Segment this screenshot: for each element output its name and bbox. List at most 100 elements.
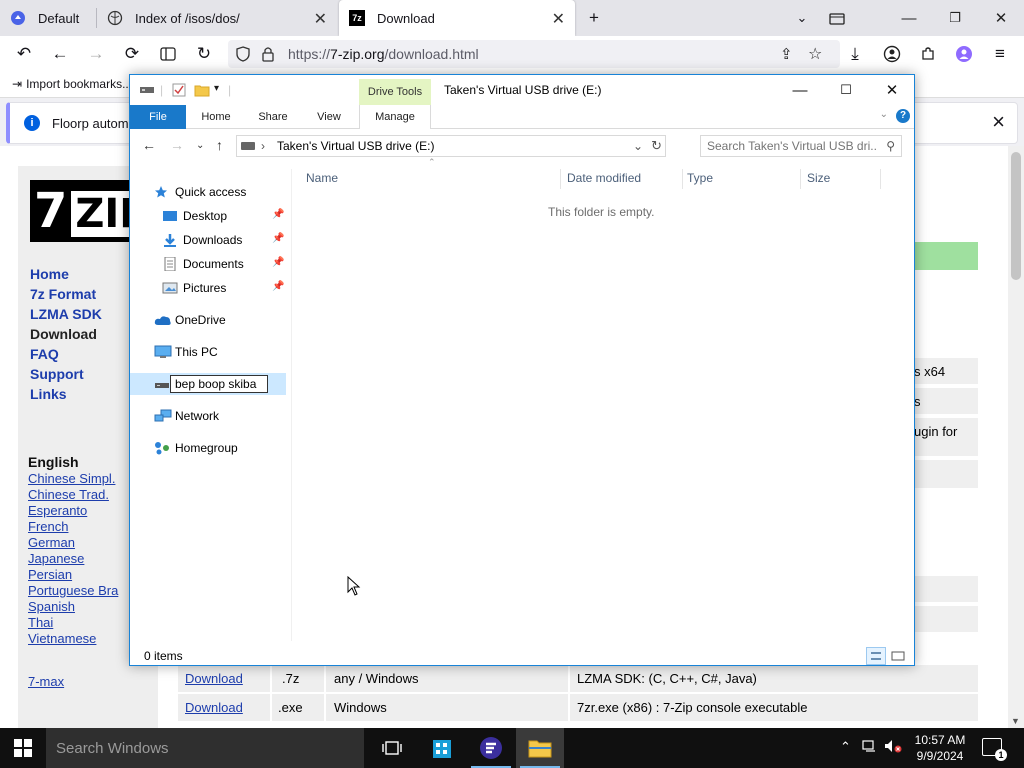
lock-icon[interactable]: [262, 46, 274, 65]
restore-button[interactable]: ❐: [932, 0, 978, 36]
nav-homegroup[interactable]: Homegroup: [130, 437, 290, 459]
nav-downloads[interactable]: Downloads 📌: [130, 229, 290, 251]
address-bar[interactable]: › Taken's Virtual USB drive (E:) ⌄ ↻: [236, 135, 666, 157]
close-notification-icon[interactable]: ×: [992, 109, 1005, 135]
pin-icon[interactable]: 📌: [272, 233, 284, 244]
language-link[interactable]: Spanish: [28, 599, 75, 614]
url-bar[interactable]: https://7-zip.org/download.html ⇪ ☆: [228, 40, 840, 68]
nav-lzma-sdk-link[interactable]: LZMA SDK: [30, 306, 102, 322]
customize-qat-icon[interactable]: ▾: [214, 83, 219, 94]
scroll-down-icon[interactable]: ▼: [1011, 716, 1020, 726]
minimize-button[interactable]: —: [886, 0, 932, 36]
rename-input[interactable]: [170, 375, 268, 393]
ribbon-tab-home[interactable]: Home: [190, 105, 242, 129]
column-date-modified[interactable]: Date modified: [567, 171, 641, 185]
nav-onedrive[interactable]: OneDrive: [130, 309, 290, 331]
column-size[interactable]: Size: [807, 171, 830, 185]
system-clock[interactable]: 10:57 AM 9/9/2024: [906, 732, 974, 764]
column-name[interactable]: Name: [306, 171, 338, 185]
breadcrumb-chevron-icon[interactable]: ›: [261, 139, 265, 153]
properties-icon[interactable]: [172, 83, 186, 100]
language-link[interactable]: Persian: [28, 567, 72, 582]
undo-close-icon[interactable]: ↶: [12, 42, 36, 66]
sync-icon[interactable]: ⟳: [120, 42, 144, 66]
7-max-link[interactable]: 7-max: [28, 674, 64, 689]
language-link[interactable]: Thai: [28, 615, 53, 630]
recent-locations-icon[interactable]: ⌄: [196, 140, 204, 151]
explorer-maximize-button[interactable]: ☐: [823, 75, 869, 105]
refresh-icon[interactable]: ↻: [651, 138, 662, 154]
up-arrow-icon[interactable]: ↑: [216, 137, 223, 153]
close-window-button[interactable]: ✕: [978, 0, 1024, 36]
ribbon-tab-file[interactable]: File: [130, 105, 186, 129]
account-icon[interactable]: [880, 42, 904, 66]
pin-icon[interactable]: 📌: [272, 281, 284, 292]
nav-support-link[interactable]: Support: [30, 366, 84, 382]
column-type[interactable]: Type: [687, 171, 713, 185]
nav-quick-access[interactable]: Quick access: [130, 181, 290, 203]
close-tab-icon[interactable]: ✕: [314, 9, 327, 29]
language-link[interactable]: Portuguese Bra: [28, 583, 118, 598]
nav-this-pc[interactable]: This PC: [130, 341, 290, 363]
nav-network[interactable]: Network: [130, 405, 290, 427]
tab-download[interactable]: 7z Download ✕: [339, 0, 575, 36]
containers-icon[interactable]: [825, 6, 849, 30]
menu-icon[interactable]: ≡: [988, 42, 1012, 66]
sidebar-icon[interactable]: [156, 42, 180, 66]
language-link[interactable]: German: [28, 535, 75, 550]
new-folder-icon[interactable]: [194, 83, 210, 100]
search-input[interactable]: [707, 139, 877, 153]
page-scrollbar[interactable]: ▼: [1008, 146, 1024, 728]
download-link[interactable]: Download: [185, 671, 243, 686]
language-link[interactable]: Esperanto: [28, 503, 87, 518]
pin-icon[interactable]: 📌: [272, 209, 284, 220]
details-view-button[interactable]: [866, 647, 886, 665]
language-link[interactable]: Chinese Simpl.: [28, 471, 115, 486]
nav-faq-link[interactable]: FAQ: [30, 346, 59, 362]
new-tab-button[interactable]: +: [582, 6, 606, 30]
reload-button[interactable]: ↻: [192, 42, 216, 66]
profile-icon[interactable]: [952, 42, 976, 66]
download-link[interactable]: Download: [185, 700, 243, 715]
task-view-button[interactable]: [368, 728, 416, 768]
help-icon[interactable]: ?: [896, 109, 910, 123]
back-button[interactable]: ←: [48, 42, 72, 66]
pin-icon[interactable]: 📌: [272, 257, 284, 268]
scrollbar-thumb[interactable]: [1011, 152, 1021, 280]
forward-arrow-icon[interactable]: →: [170, 137, 184, 153]
tab-default[interactable]: Default: [0, 0, 96, 36]
downloads-icon[interactable]: ⤓: [843, 42, 867, 66]
nav-7z-format-link[interactable]: 7z Format: [30, 286, 96, 302]
ribbon-tab-manage[interactable]: Manage: [359, 105, 431, 129]
address-dropdown-icon[interactable]: ⌄: [633, 139, 643, 153]
taskbar-floorp-browser[interactable]: [467, 728, 515, 768]
expand-ribbon-icon[interactable]: ⌄: [880, 109, 888, 120]
shield-icon[interactable]: [236, 46, 250, 65]
language-link[interactable]: Chinese Trad.: [28, 487, 109, 502]
nav-home-link[interactable]: Home: [30, 266, 69, 282]
explorer-minimize-button[interactable]: —: [777, 75, 823, 105]
nav-documents[interactable]: Documents 📌: [130, 253, 290, 275]
close-tab-icon[interactable]: ✕: [552, 9, 565, 29]
search-box[interactable]: ⚲: [700, 135, 902, 157]
import-bookmarks-link[interactable]: ⇥ Import bookmarks...: [12, 77, 132, 91]
show-hidden-icons-icon[interactable]: ⌃: [840, 739, 851, 755]
extensions-icon[interactable]: [916, 42, 940, 66]
language-link[interactable]: Japanese: [28, 551, 84, 566]
nav-pictures[interactable]: Pictures 📌: [130, 277, 290, 299]
taskbar-store-app[interactable]: [418, 728, 466, 768]
breadcrumb-path[interactable]: Taken's Virtual USB drive (E:): [277, 139, 434, 153]
language-link[interactable]: French: [28, 519, 68, 534]
start-button[interactable]: [0, 728, 46, 768]
nav-download-link[interactable]: Download: [30, 326, 97, 342]
ribbon-tab-share[interactable]: Share: [248, 105, 298, 129]
large-icons-view-button[interactable]: [888, 647, 908, 665]
bookmark-star-icon[interactable]: ☆: [808, 44, 822, 64]
explorer-close-button[interactable]: ✕: [869, 75, 914, 105]
forward-button[interactable]: →: [84, 42, 108, 66]
taskbar-search-box[interactable]: Search Windows: [46, 728, 364, 768]
language-link[interactable]: Vietnamese: [28, 631, 96, 646]
tab-index-isos[interactable]: Index of /isos/dos/ ✕: [97, 0, 337, 36]
taskbar-file-explorer[interactable]: [516, 728, 564, 768]
back-arrow-icon[interactable]: ←: [142, 137, 156, 153]
